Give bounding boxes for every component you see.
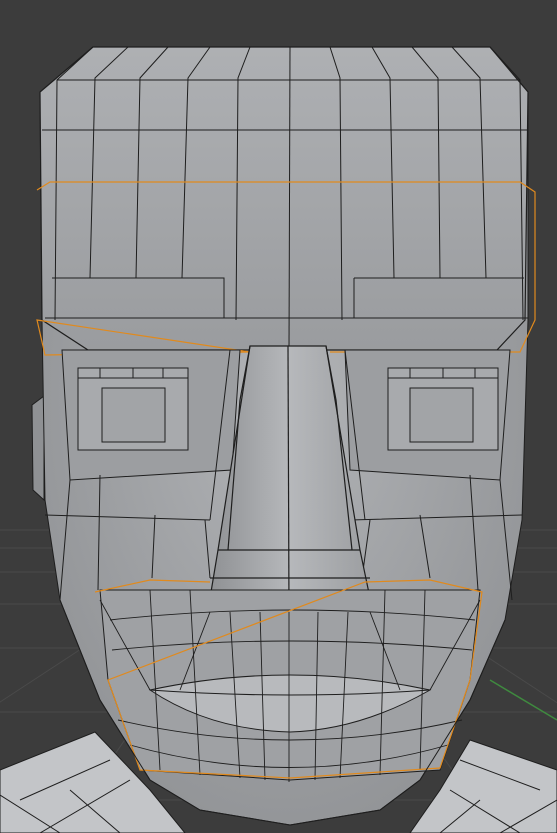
eye-socket-right (344, 349, 511, 481)
ear-mesh (31, 395, 45, 502)
3d-viewport[interactable] (0, 0, 557, 833)
eye-socket-left (61, 349, 241, 481)
forehead-block (39, 46, 529, 351)
mouth-mesh (99, 589, 481, 782)
